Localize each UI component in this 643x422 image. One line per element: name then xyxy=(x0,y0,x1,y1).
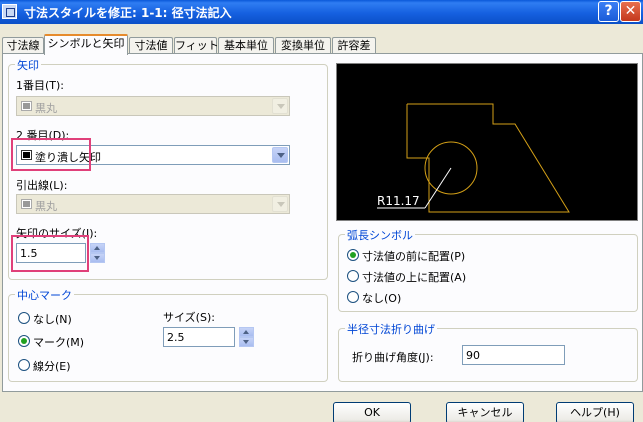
arc-above-radio[interactable] xyxy=(347,270,359,282)
arrowheads-group-title: 矢印 xyxy=(15,57,41,73)
tab-tolerances[interactable]: 許容差 xyxy=(332,37,376,54)
center-none-radio[interactable] xyxy=(18,312,30,324)
radius-dimension-text: R11.17 xyxy=(377,194,420,208)
arrow-size-spinner[interactable] xyxy=(90,243,105,263)
first-arrow-combo: 黒丸 xyxy=(16,96,290,116)
arc-before-radio[interactable] xyxy=(347,249,359,261)
center-size-label: サイズ(S): xyxy=(163,311,215,324)
highlight-box xyxy=(11,138,91,171)
cancel-button[interactable]: キャンセル xyxy=(446,402,524,422)
center-size-spinner[interactable] xyxy=(239,327,254,347)
chevron-down-icon[interactable] xyxy=(272,147,288,163)
center-line-label[interactable]: 線分(E) xyxy=(33,358,71,374)
center-mark-label[interactable]: マーク(M) xyxy=(33,334,84,350)
first-arrow-label: 1番目(T): xyxy=(16,79,65,92)
center-size-input[interactable]: 2.5 xyxy=(163,327,235,347)
spin-up-icon[interactable] xyxy=(239,327,254,337)
tab-text[interactable]: 寸法値 xyxy=(129,37,173,54)
preview-pane: R11.17 xyxy=(336,63,638,221)
arc-length-group-title: 弧長シンボル xyxy=(345,227,415,243)
help-title-button[interactable]: ? xyxy=(598,1,619,22)
window-title: 寸法スタイルを修正: 1-1: 径寸法記入 xyxy=(24,6,232,20)
tab-alternate-units[interactable]: 変換単位 xyxy=(275,37,331,54)
ok-button[interactable]: OK xyxy=(333,402,411,422)
arc-none-label[interactable]: なし(O) xyxy=(362,290,401,306)
app-icon xyxy=(2,4,17,19)
preview-drawing: R11.17 xyxy=(377,103,570,213)
first-arrow-value: 黒丸 xyxy=(35,102,57,115)
tab-primary-units[interactable]: 基本単位 xyxy=(218,37,274,54)
arrow-swatch-icon xyxy=(21,101,32,111)
arc-none-radio[interactable] xyxy=(347,291,359,303)
center-mark-radio[interactable] xyxy=(18,335,30,347)
center-line-radio[interactable] xyxy=(18,359,30,371)
spin-up-icon[interactable] xyxy=(90,243,105,253)
arc-above-label[interactable]: 寸法値の上に配置(A) xyxy=(362,269,466,285)
close-button[interactable]: ✕ xyxy=(620,1,641,22)
jog-angle-input[interactable]: 90 xyxy=(462,345,565,365)
help-button[interactable]: ヘルプ(H) xyxy=(556,402,634,422)
chevron-down-icon xyxy=(272,98,288,114)
center-none-label[interactable]: なし(N) xyxy=(33,311,72,327)
radius-jog-group-title: 半径寸法折り曲げ xyxy=(345,321,437,337)
spin-down-icon[interactable] xyxy=(239,337,254,347)
title-bar[interactable]: 寸法スタイルを修正: 1-1: 径寸法記入 ? ✕ xyxy=(0,0,643,24)
arc-before-label[interactable]: 寸法値の前に配置(P) xyxy=(362,248,465,264)
spin-down-icon[interactable] xyxy=(90,253,105,263)
leader-combo: 黒丸 xyxy=(16,194,290,214)
tab-symbols-arrows[interactable]: シンボルと矢印 xyxy=(44,34,128,55)
highlight-box xyxy=(11,235,89,272)
chevron-down-icon xyxy=(272,196,288,212)
arrow-swatch-icon xyxy=(21,199,32,209)
leader-label: 引出線(L): xyxy=(16,179,68,192)
center-mark-group-title: 中心マーク xyxy=(15,287,74,303)
jog-angle-label: 折り曲げ角度(J): xyxy=(352,351,434,364)
tab-dimension-lines[interactable]: 寸法線 xyxy=(2,37,44,54)
leader-value: 黒丸 xyxy=(35,200,57,213)
tab-fit[interactable]: フィット xyxy=(174,37,219,54)
part-outline xyxy=(406,103,570,213)
